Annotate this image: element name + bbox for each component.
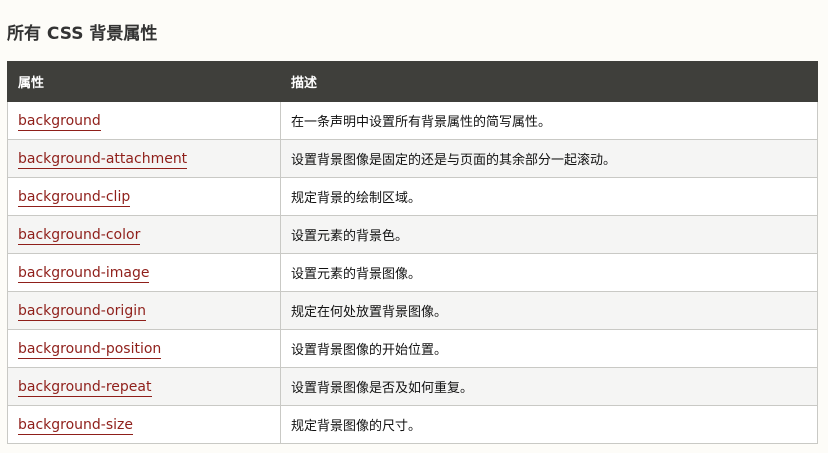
table-row: background-origin 规定在何处放置背景图像。 <box>7 291 818 330</box>
table-row: background-image 设置元素的背景图像。 <box>7 253 818 292</box>
table-row: background 在一条声明中设置所有背景属性的简写属性。 <box>7 101 818 140</box>
property-link-background-size[interactable]: background-size <box>18 416 134 435</box>
property-cell: background-size <box>7 405 281 444</box>
description-cell: 规定在何处放置背景图像。 <box>280 291 818 330</box>
property-link-background-attachment[interactable]: background-attachment <box>18 150 188 169</box>
property-cell: background-attachment <box>7 139 281 178</box>
table-row: background-repeat 设置背景图像是否及如何重复。 <box>7 367 818 406</box>
description-cell: 设置背景图像是否及如何重复。 <box>280 367 818 406</box>
property-cell: background <box>7 101 281 140</box>
table-row: background-position 设置背景图像的开始位置。 <box>7 329 818 368</box>
description-cell: 在一条声明中设置所有背景属性的简写属性。 <box>280 101 818 140</box>
table-row: background-size 规定背景图像的尺寸。 <box>7 405 818 444</box>
property-cell: background-repeat <box>7 367 281 406</box>
property-link-background-image[interactable]: background-image <box>18 264 150 283</box>
page-title: 所有 CSS 背景属性 <box>7 24 158 44</box>
property-cell: background-color <box>7 215 281 254</box>
property-cell: background-position <box>7 329 281 368</box>
description-cell: 设置元素的背景图像。 <box>280 253 818 292</box>
css-background-properties-table: 属性 描述 background 在一条声明中设置所有背景属性的简写属性。 ba… <box>7 61 818 444</box>
property-link-background-repeat[interactable]: background-repeat <box>18 378 152 397</box>
description-cell: 设置元素的背景色。 <box>280 215 818 254</box>
property-link-background[interactable]: background <box>18 112 101 131</box>
property-link-background-origin[interactable]: background-origin <box>18 302 146 321</box>
property-cell: background-origin <box>7 291 281 330</box>
table-header-row: 属性 描述 <box>7 61 818 102</box>
property-cell: background-image <box>7 253 281 292</box>
column-header-property: 属性 <box>7 61 281 102</box>
property-link-background-position[interactable]: background-position <box>18 340 162 359</box>
description-cell: 规定背景图像的尺寸。 <box>280 405 818 444</box>
column-header-description: 描述 <box>280 61 818 102</box>
property-link-background-clip[interactable]: background-clip <box>18 188 131 207</box>
table-row: background-clip 规定背景的绘制区域。 <box>7 177 818 216</box>
description-cell: 设置背景图像的开始位置。 <box>280 329 818 368</box>
table-row: background-attachment 设置背景图像是固定的还是与页面的其余… <box>7 139 818 178</box>
property-cell: background-clip <box>7 177 281 216</box>
table-row: background-color 设置元素的背景色。 <box>7 215 818 254</box>
description-cell: 设置背景图像是固定的还是与页面的其余部分一起滚动。 <box>280 139 818 178</box>
property-link-background-color[interactable]: background-color <box>18 226 141 245</box>
description-cell: 规定背景的绘制区域。 <box>280 177 818 216</box>
